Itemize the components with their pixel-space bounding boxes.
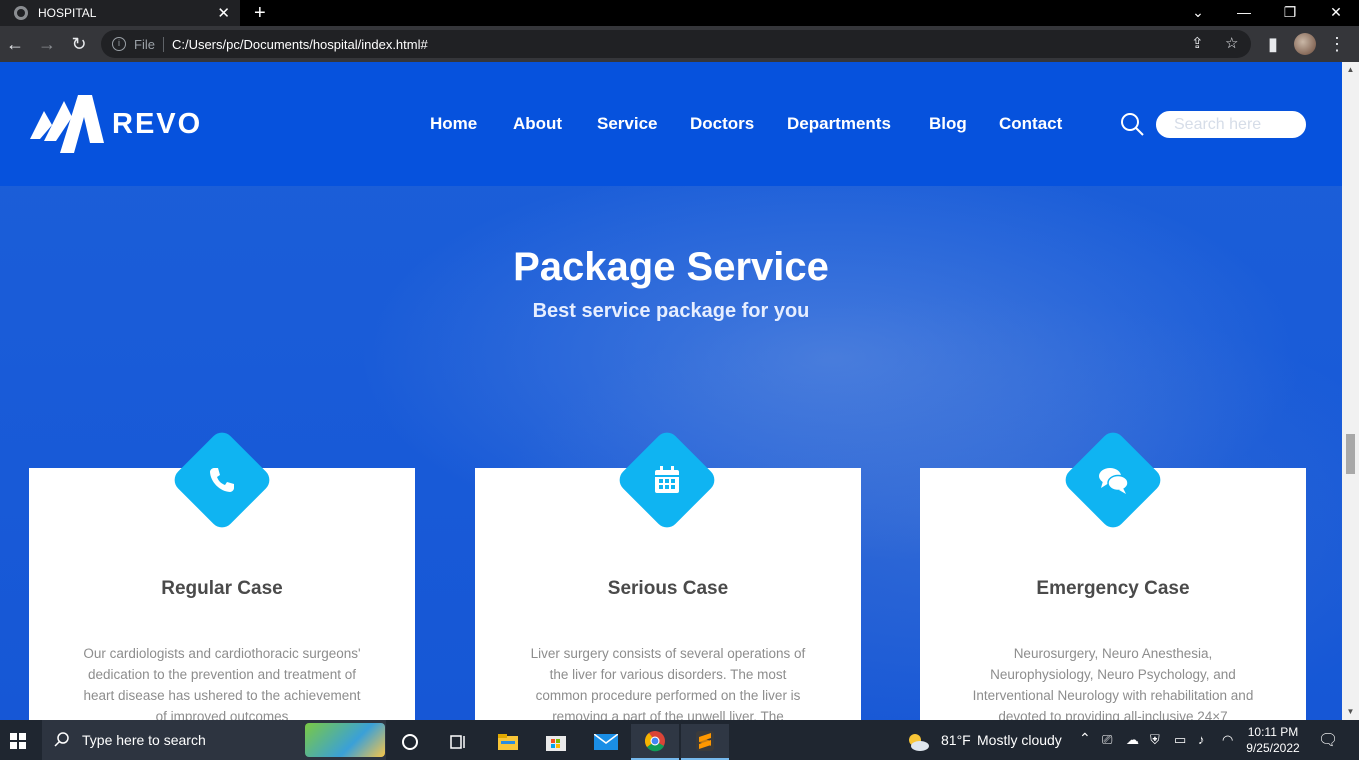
nav-doctors[interactable]: Doctors <box>690 114 754 134</box>
logo-text[interactable]: REVO <box>112 108 202 141</box>
scroll-up-icon[interactable]: ▲ <box>1346 65 1355 74</box>
revo-logo-icon[interactable] <box>30 95 106 153</box>
restore-button[interactable]: ❐ <box>1270 0 1310 26</box>
calendar-icon <box>655 466 679 493</box>
close-window-button[interactable]: ✕ <box>1316 0 1356 26</box>
card-title: Emergency Case <box>1036 578 1190 599</box>
browser-tab[interactable]: HOSPITAL ✕ <box>0 0 240 26</box>
weather-cloudy-icon[interactable] <box>898 724 938 760</box>
onedrive-cloud-icon[interactable]: ☁ <box>1126 732 1139 748</box>
security-icon[interactable]: ⛨ <box>1150 732 1160 748</box>
weather-description[interactable]: Mostly cloudy <box>977 732 1062 748</box>
share-icon[interactable]: ⇪ <box>1191 34 1204 52</box>
site-header: REVO Home About Service Doctors Departme… <box>0 62 1342 186</box>
url-text[interactable]: C:/Users/pc/Documents/hospital/index.htm… <box>172 37 428 52</box>
card-title: Regular Case <box>161 578 283 599</box>
info-icon[interactable]: i <box>112 37 126 51</box>
windows-start-icon[interactable] <box>10 733 26 749</box>
browser-tab-bar: HOSPITAL ✕ + ⌄ — ❐ ✕ <box>0 0 1359 26</box>
file-explorer-icon[interactable] <box>484 724 532 760</box>
page-scrollbar[interactable]: ▲ ▼ <box>1342 62 1359 720</box>
browser-toolbar: ← → ↻ i File C:/Users/pc/Documents/hospi… <box>0 26 1359 62</box>
scrollbar-thumb[interactable] <box>1346 434 1355 474</box>
tab-search-icon[interactable]: ⌄ <box>1178 0 1218 26</box>
card-description: Our cardiologists and cardiothoracic sur… <box>83 646 361 720</box>
wifi-icon[interactable]: ◠ <box>1222 732 1233 748</box>
forward-button[interactable]: → <box>35 32 59 56</box>
search-highlight-image[interactable] <box>305 723 385 757</box>
search-icon <box>54 732 69 747</box>
nav-departments[interactable]: Departments <box>787 114 891 134</box>
side-panel-icon[interactable]: ▮ <box>1261 32 1285 56</box>
chrome-icon[interactable] <box>631 724 679 760</box>
card-description: Liver surgery consists of several operat… <box>530 646 806 720</box>
nav-service[interactable]: Service <box>597 114 658 134</box>
weather-temperature[interactable]: 81°F <box>941 732 971 748</box>
section-title: Package Service <box>513 245 829 289</box>
bookmark-star-icon[interactable]: ☆ <box>1225 34 1238 52</box>
clock-time: 10:11 PM <box>1247 725 1299 739</box>
profile-avatar[interactable] <box>1294 33 1316 55</box>
chat-icon <box>1099 468 1129 494</box>
meet-now-icon[interactable]: ⎚ <box>1102 732 1112 748</box>
scroll-down-icon[interactable]: ▼ <box>1346 707 1355 716</box>
taskbar-search-text: Type here to search <box>82 732 206 748</box>
clock-date: 9/25/2022 <box>1246 741 1300 755</box>
chevron-up-icon[interactable]: ⌃ <box>1079 730 1091 747</box>
task-view-icon[interactable] <box>434 724 482 760</box>
close-tab-icon[interactable]: ✕ <box>217 4 230 22</box>
menu-kebab-icon[interactable]: ⋮ <box>1325 32 1349 56</box>
reload-button[interactable]: ↻ <box>67 32 91 56</box>
volume-icon[interactable]: ♪ <box>1198 732 1205 747</box>
section-subtitle: Best service package for you <box>532 300 810 322</box>
search-icon[interactable] <box>1120 112 1144 136</box>
taskbar-clock[interactable]: 10:11 PM 9/25/2022 <box>1238 724 1308 756</box>
minimize-button[interactable]: — <box>1224 0 1264 26</box>
file-label: File <box>134 36 164 52</box>
new-tab-button[interactable]: + <box>254 0 266 26</box>
sublime-text-icon[interactable] <box>681 724 729 760</box>
card-description: Neurosurgery, Neuro Anesthesia, Neurophy… <box>972 646 1254 720</box>
tab-title: HOSPITAL <box>38 6 97 20</box>
microsoft-store-icon[interactable] <box>532 724 580 760</box>
phone-icon <box>210 468 234 492</box>
cortana-icon[interactable] <box>386 724 434 760</box>
mail-icon[interactable] <box>582 724 630 760</box>
card-title: Serious Case <box>607 578 729 599</box>
nav-about[interactable]: About <box>513 114 562 134</box>
nav-home[interactable]: Home <box>430 114 477 134</box>
nav-blog[interactable]: Blog <box>929 114 967 134</box>
card-icon-badge <box>614 427 720 533</box>
address-bar[interactable]: i File C:/Users/pc/Documents/hospital/in… <box>101 30 1251 58</box>
card-icon-badge <box>169 427 275 533</box>
globe-icon <box>14 6 28 20</box>
search-input[interactable] <box>1156 111 1306 138</box>
nav-contact[interactable]: Contact <box>999 114 1062 134</box>
battery-icon[interactable]: ▭ <box>1174 732 1186 748</box>
page-viewport: REVO Home About Service Doctors Departme… <box>0 62 1342 720</box>
back-button[interactable]: ← <box>3 32 27 56</box>
windows-taskbar: Type here to search 81°F Mostly cloudy ⌃… <box>0 720 1359 760</box>
card-icon-badge <box>1060 427 1166 533</box>
notification-icon[interactable]: 🗨 <box>1318 730 1338 750</box>
